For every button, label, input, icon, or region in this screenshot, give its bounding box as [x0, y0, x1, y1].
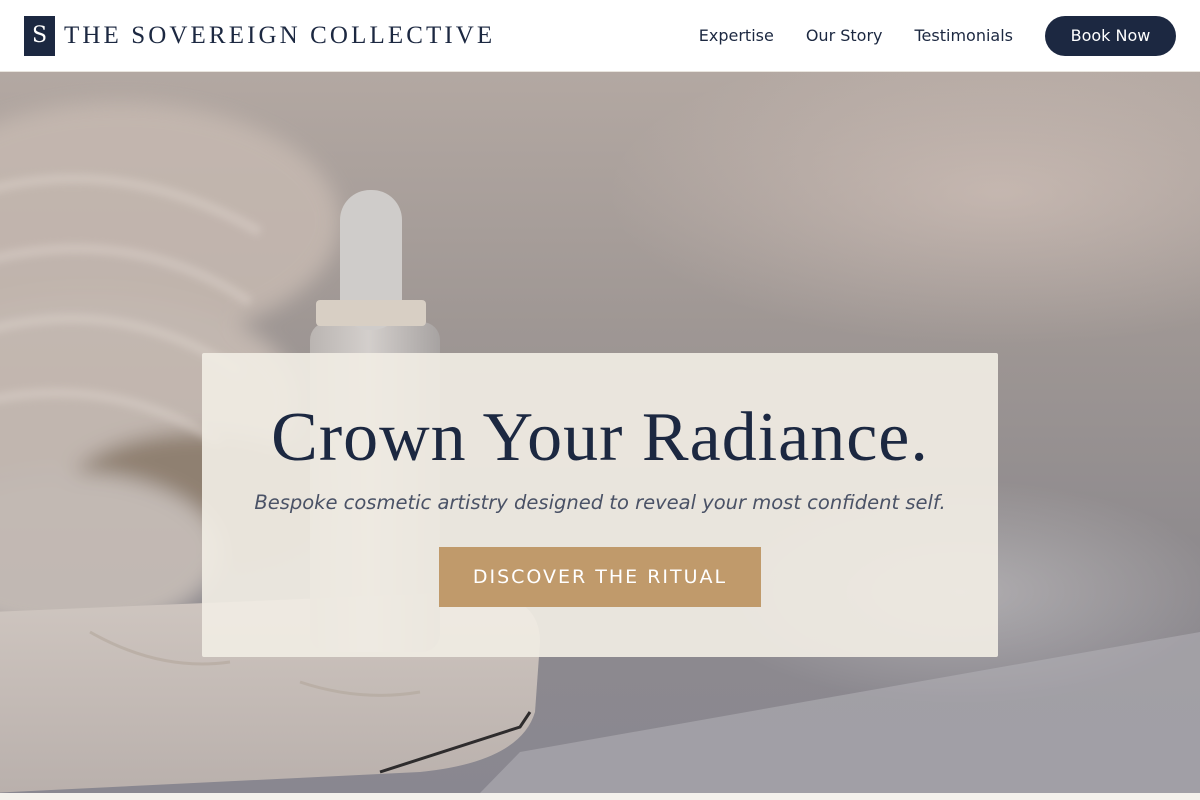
book-now-button[interactable]: Book Now	[1045, 15, 1176, 56]
nav-link-our-story[interactable]: Our Story	[806, 26, 883, 45]
nav-link-testimonials[interactable]: Testimonials	[915, 26, 1014, 45]
site-header: S THE SOVEREIGN COLLECTIVE Expertise Our…	[0, 0, 1200, 72]
main-nav: Expertise Our Story Testimonials Book No…	[699, 15, 1176, 56]
hero-title: Crown Your Radiance.	[271, 399, 929, 476]
brand-name: THE SOVEREIGN COLLECTIVE	[64, 21, 496, 49]
logo-monogram: S	[24, 15, 55, 56]
discover-ritual-button[interactable]: DISCOVER THE RITUAL	[439, 547, 761, 607]
brand-logo[interactable]: S THE SOVEREIGN COLLECTIVE	[24, 15, 496, 56]
hero-card: Crown Your Radiance. Bespoke cosmetic ar…	[202, 353, 998, 657]
hero-section: Crown Your Radiance. Bespoke cosmetic ar…	[0, 72, 1200, 793]
nav-link-expertise[interactable]: Expertise	[699, 26, 774, 45]
section-divider	[0, 793, 1200, 800]
hero-subtitle: Bespoke cosmetic artistry designed to re…	[254, 491, 946, 514]
